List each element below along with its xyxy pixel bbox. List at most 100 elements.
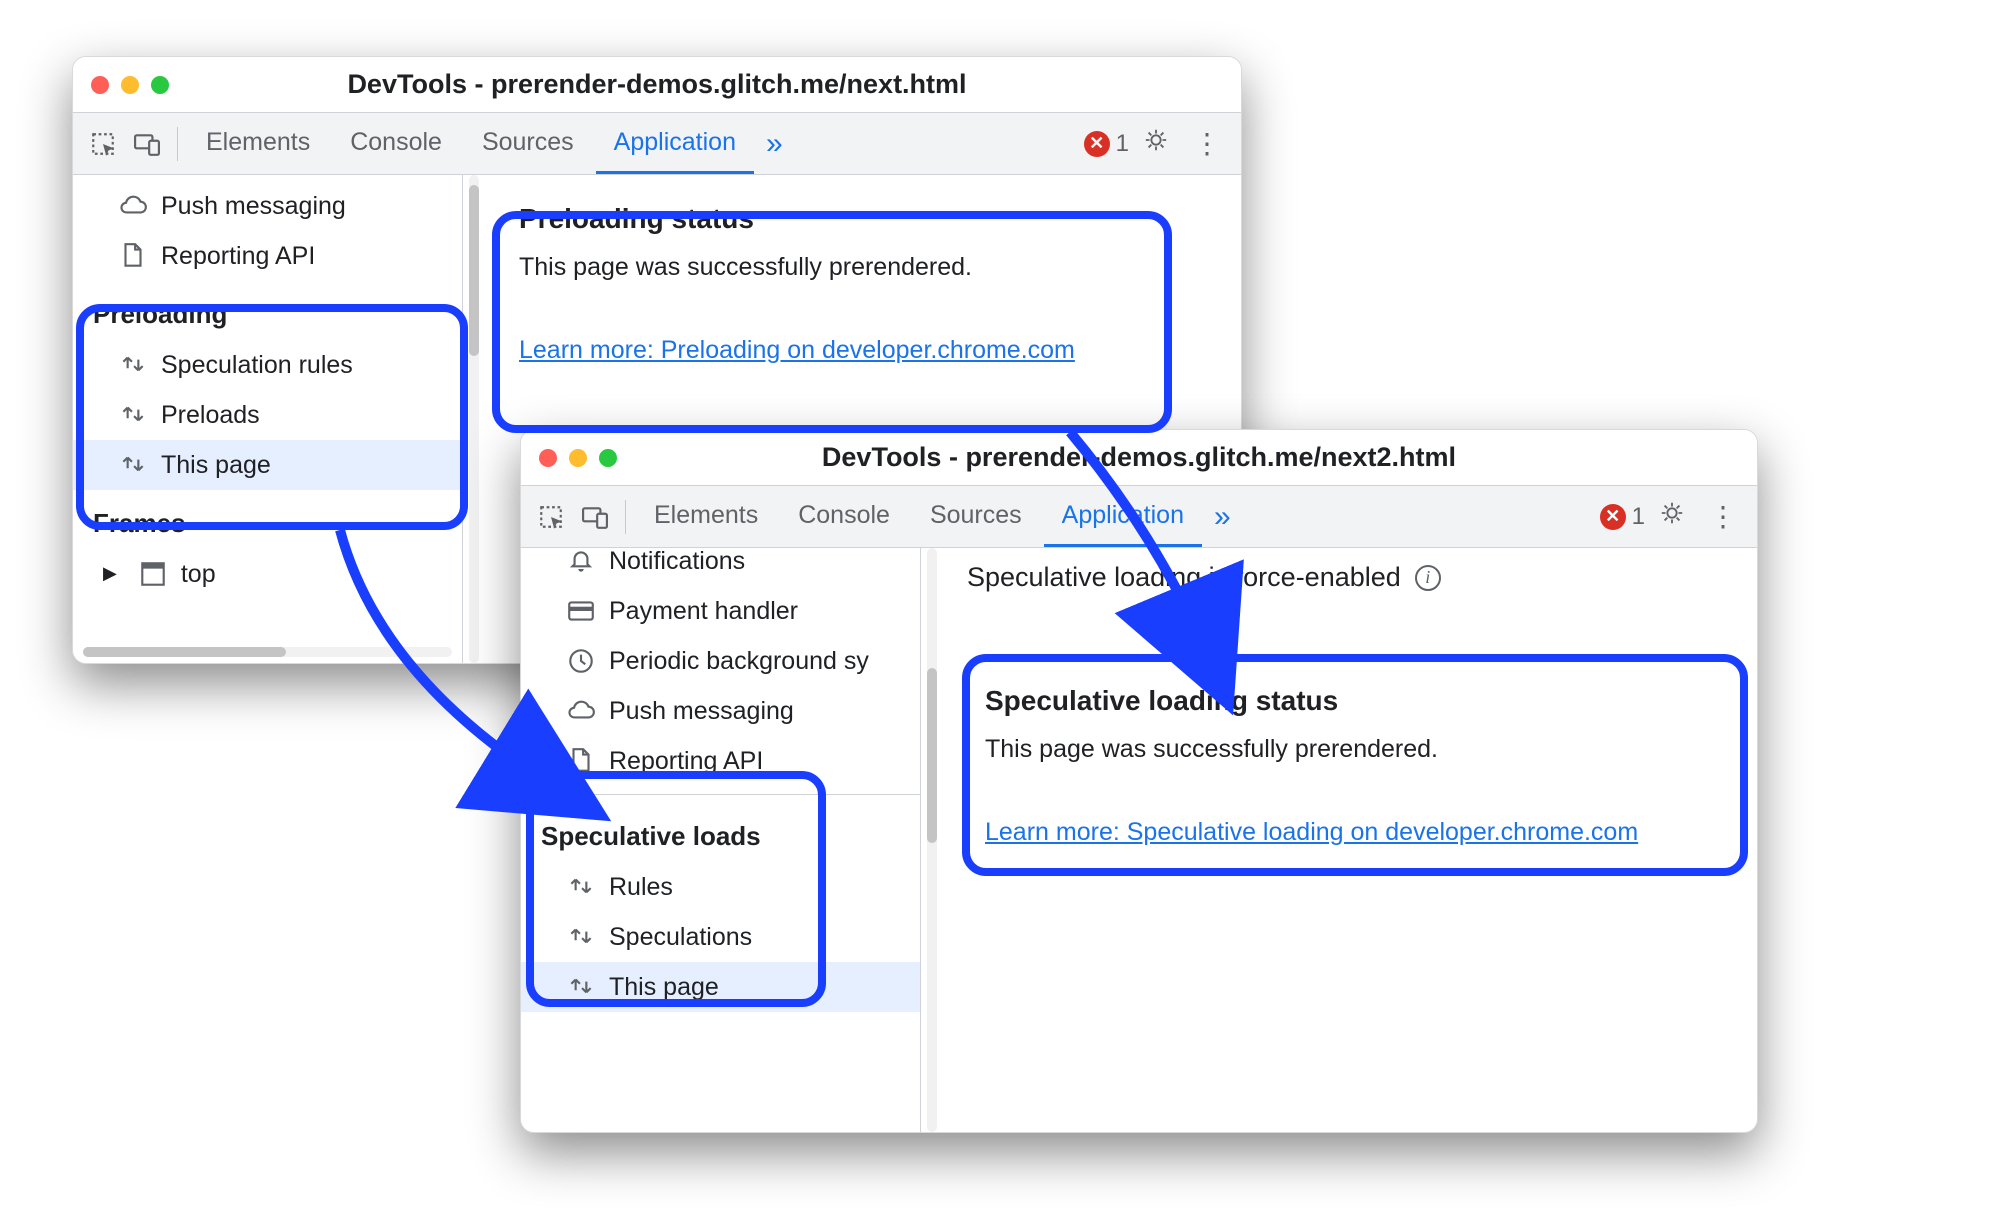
- error-icon: ✕: [1084, 131, 1110, 157]
- tab-application[interactable]: Application: [1044, 487, 1202, 547]
- document-icon: [567, 746, 595, 776]
- sidebar-item-top-frame[interactable]: ▶ top: [73, 549, 462, 599]
- separator: [177, 127, 178, 161]
- kebab-menu-icon[interactable]: ⋮: [1183, 127, 1231, 160]
- sidebar-item-label: Notifications: [609, 548, 745, 576]
- learn-more-link[interactable]: Learn more: Preloading on developer.chro…: [519, 336, 1241, 365]
- clock-icon: [567, 646, 595, 676]
- transfer-icon: [119, 450, 147, 480]
- devtools-window-2: DevTools - prerender-demos.glitch.me/nex…: [520, 429, 1758, 1133]
- settings-icon[interactable]: [1133, 127, 1179, 160]
- sidebar-item-this-page[interactable]: This page: [521, 962, 920, 1012]
- sidebar-item-periodic-bg-sync[interactable]: Periodic background sy: [521, 636, 920, 686]
- error-count: 1: [1116, 130, 1129, 158]
- sidebar-item-push-messaging[interactable]: Push messaging: [73, 181, 462, 231]
- minimize-icon[interactable]: [121, 76, 139, 94]
- sidebar-item-push-messaging[interactable]: Push messaging: [521, 686, 920, 736]
- separator: [625, 500, 626, 534]
- sidebar-item-reporting-api[interactable]: Reporting API: [521, 736, 920, 786]
- cloud-icon: [119, 191, 147, 221]
- sidebar-item-reporting-api[interactable]: Reporting API: [73, 231, 462, 281]
- close-icon[interactable]: [539, 449, 557, 467]
- sidebar-section-preloading[interactable]: Preloading: [73, 281, 462, 340]
- sidebar-item-speculation-rules[interactable]: Speculation rules: [73, 340, 462, 390]
- error-badge[interactable]: ✕ 1: [1084, 130, 1129, 158]
- sidebar-item-label: Reporting API: [161, 242, 315, 271]
- application-sidebar: Push messaging Reporting API Preloading …: [73, 175, 463, 663]
- sidebar-item-label: Payment handler: [609, 597, 798, 626]
- sidebar-item-rules[interactable]: Rules: [521, 862, 920, 912]
- tab-application[interactable]: Application: [596, 114, 754, 174]
- window-title: DevTools - prerender-demos.glitch.me/nex…: [822, 442, 1456, 473]
- cloud-icon: [567, 696, 595, 726]
- info-icon[interactable]: i: [1415, 565, 1441, 591]
- panel-message: This page was successfully prerendered.: [519, 253, 1241, 282]
- panel-heading: Speculative loading status: [985, 685, 1757, 717]
- learn-more-link[interactable]: Learn more: Speculative loading on devel…: [985, 818, 1757, 847]
- transfer-icon: [119, 350, 147, 380]
- sidebar-item-payment-handler[interactable]: Payment handler: [521, 586, 920, 636]
- frame-icon: [139, 559, 167, 589]
- sidebar-item-preloads[interactable]: Preloads: [73, 390, 462, 440]
- tab-elements[interactable]: Elements: [636, 487, 776, 547]
- sidebar-item-speculations[interactable]: Speculations: [521, 912, 920, 962]
- sidebar-item-label: Speculations: [609, 923, 752, 952]
- minimize-icon[interactable]: [569, 449, 587, 467]
- tab-console[interactable]: Console: [332, 114, 460, 174]
- transfer-icon: [567, 872, 595, 902]
- transfer-icon: [567, 922, 595, 952]
- sidebar-item-label: top: [181, 560, 216, 589]
- application-main-panel: Speculative loading is force-enabled i S…: [937, 548, 1757, 1132]
- sidebar-section-frames[interactable]: Frames: [73, 490, 462, 549]
- sidebar-item-label: This page: [161, 451, 271, 480]
- panel-heading: Preloading status: [519, 203, 1241, 235]
- inspect-icon[interactable]: [531, 497, 571, 537]
- vertical-scrollbar[interactable]: [469, 175, 479, 663]
- sidebar-item-label: Reporting API: [609, 747, 763, 776]
- traffic-lights: [539, 449, 617, 467]
- banner-text: Speculative loading is force-enabled: [967, 562, 1401, 593]
- sidebar-item-this-page[interactable]: This page: [73, 440, 462, 490]
- settings-icon[interactable]: [1649, 500, 1695, 533]
- more-tabs-icon[interactable]: »: [758, 127, 791, 161]
- tab-elements[interactable]: Elements: [188, 114, 328, 174]
- vertical-scrollbar[interactable]: [927, 548, 937, 1132]
- sidebar-item-label: Speculation rules: [161, 351, 353, 380]
- error-badge[interactable]: ✕ 1: [1600, 503, 1645, 531]
- titlebar[interactable]: DevTools - prerender-demos.glitch.me/nex…: [73, 57, 1241, 113]
- sidebar-item-notifications[interactable]: Notifications: [521, 548, 920, 586]
- close-icon[interactable]: [91, 76, 109, 94]
- tab-sources[interactable]: Sources: [912, 487, 1040, 547]
- tab-sources[interactable]: Sources: [464, 114, 592, 174]
- transfer-icon: [119, 400, 147, 430]
- tab-console[interactable]: Console: [780, 487, 908, 547]
- panel-message: This page was successfully prerendered.: [985, 735, 1757, 764]
- more-tabs-icon[interactable]: »: [1206, 500, 1239, 534]
- application-sidebar: Notifications Payment handler Periodic b…: [521, 548, 921, 1132]
- kebab-menu-icon[interactable]: ⋮: [1699, 500, 1747, 533]
- inspect-icon[interactable]: [83, 124, 123, 164]
- transfer-icon: [567, 972, 595, 1002]
- status-banner: Speculative loading is force-enabled i: [967, 562, 1757, 593]
- window-body: Notifications Payment handler Periodic b…: [521, 548, 1757, 1132]
- window-title: DevTools - prerender-demos.glitch.me/nex…: [347, 69, 966, 100]
- titlebar[interactable]: DevTools - prerender-demos.glitch.me/nex…: [521, 430, 1757, 486]
- maximize-icon[interactable]: [151, 76, 169, 94]
- sidebar-item-label: Push messaging: [161, 192, 346, 221]
- bell-icon: [567, 548, 595, 576]
- sidebar-item-label: Rules: [609, 873, 673, 902]
- device-toggle-icon[interactable]: [575, 497, 615, 537]
- traffic-lights: [91, 76, 169, 94]
- error-count: 1: [1632, 503, 1645, 531]
- credit-card-icon: [567, 596, 595, 626]
- device-toggle-icon[interactable]: [127, 124, 167, 164]
- sidebar-item-label: Preloads: [161, 401, 260, 430]
- error-icon: ✕: [1600, 504, 1626, 530]
- maximize-icon[interactable]: [599, 449, 617, 467]
- sidebar-item-label: Push messaging: [609, 697, 794, 726]
- sidebar-section-speculative-loads[interactable]: Speculative loads: [521, 803, 920, 862]
- devtools-tabbar: Elements Console Sources Application » ✕…: [73, 113, 1241, 175]
- horizontal-scrollbar[interactable]: [83, 647, 452, 657]
- devtools-tabbar: Elements Console Sources Application » ✕…: [521, 486, 1757, 548]
- sidebar-item-label: This page: [609, 973, 719, 1002]
